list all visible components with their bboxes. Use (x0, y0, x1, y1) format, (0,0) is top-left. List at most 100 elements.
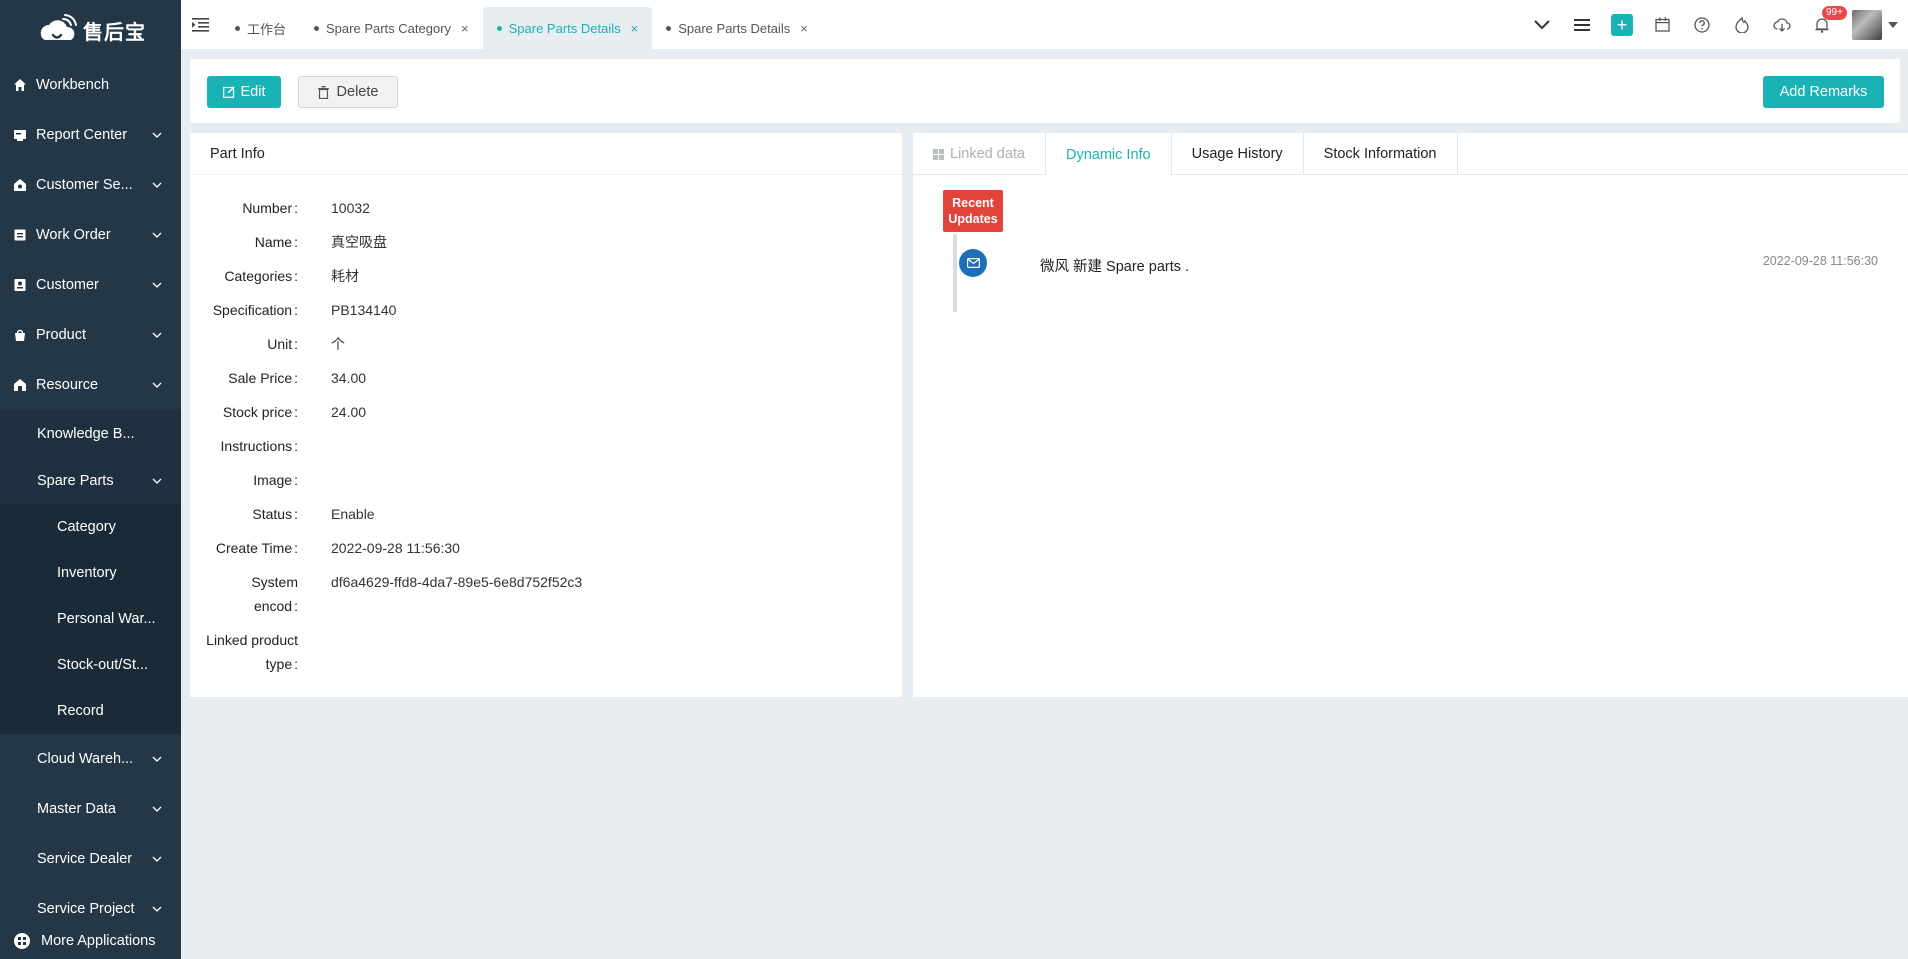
delete-label: Delete (336, 84, 379, 100)
download-button[interactable] (1762, 0, 1802, 49)
timeline-entry-time: 2022-09-28 11:56:30 (1762, 254, 1878, 268)
sidebar-item-report-center[interactable]: Report Center (0, 110, 181, 160)
sidebar: 售后宝 Workbench Report Center Customer Se.… (0, 0, 181, 959)
close-icon[interactable]: × (461, 21, 469, 36)
plus-icon: + (1611, 13, 1633, 36)
customer-service-icon (13, 178, 27, 192)
field-create-time: Create Time: 2022-09-28 11:56:30 (190, 532, 902, 566)
field-colon: : (294, 598, 298, 614)
field-image: Image: (190, 464, 902, 498)
tab-spare-parts-details-active[interactable]: Spare Parts Details × (482, 7, 653, 49)
sidebar-item-spare-parts[interactable]: Spare Parts (0, 457, 181, 504)
field-key: Instructions (220, 438, 293, 454)
tab-spare-parts-category[interactable]: Spare Parts Category × (300, 7, 483, 49)
caret-down-icon[interactable] (1888, 21, 1898, 28)
calendar-button[interactable] (1642, 0, 1682, 49)
sidebar-item-label: Product (36, 327, 86, 343)
product-icon (13, 328, 27, 342)
sidebar-item-product[interactable]: Product (0, 310, 181, 360)
recent-updates-tag: Recent Updates (943, 190, 1003, 232)
quick-create-button[interactable]: + (1602, 0, 1642, 49)
panel-title: Part Info (190, 133, 902, 175)
apps-icon (14, 933, 30, 949)
tab-label: Spare Parts Details (678, 20, 791, 36)
field-value: 10032 (331, 200, 370, 216)
tab-label: Linked data (950, 146, 1025, 162)
tab-dynamic-info[interactable]: Dynamic Info (1045, 133, 1172, 176)
theme-button[interactable] (1722, 0, 1762, 49)
field-key: Create Time (215, 540, 293, 556)
chevron-down-icon (152, 856, 162, 862)
field-label: Unit: (190, 328, 298, 362)
tab-spare-parts-details[interactable]: Spare Parts Details × (652, 7, 822, 49)
tab-label: Spare Parts Details (508, 20, 621, 36)
add-remarks-button[interactable]: Add Remarks (1763, 76, 1884, 108)
notifications-button[interactable]: 99+ (1802, 0, 1847, 49)
tab-linked-data[interactable]: Linked data (913, 133, 1046, 175)
logo-icon (40, 14, 77, 40)
sidebar-item-label: Work Order (36, 227, 111, 243)
field-colon: : (294, 540, 298, 556)
sidebar-item-customer[interactable]: Customer (0, 260, 181, 310)
tab-usage-history[interactable]: Usage History (1172, 133, 1304, 175)
sidebar-item-record[interactable]: Record (0, 688, 181, 734)
field-label: Status: (190, 498, 298, 532)
action-toolbar: Edit Delete Add Remarks (190, 59, 1900, 123)
field-key: System (251, 574, 298, 590)
collapse-menu-button[interactable] (181, 0, 221, 49)
close-icon[interactable]: × (800, 21, 808, 36)
sidebar-item-service-dealer[interactable]: Service Dealer (0, 834, 181, 884)
tabs-dropdown-button[interactable] (1522, 0, 1562, 49)
sidebar-item-resource[interactable]: Resource (0, 360, 181, 410)
field-key: Name (254, 234, 293, 250)
sidebar-item-label: Master Data (37, 801, 116, 817)
field-colon: : (294, 268, 298, 284)
sidebar-item-label: Cloud Wareh... (37, 751, 134, 767)
field-value: 个 (331, 336, 345, 352)
chevron-down-icon (1534, 19, 1550, 29)
mail-icon (959, 249, 987, 277)
sidebar-item-master-data[interactable]: Master Data (0, 784, 181, 834)
chevron-down-icon (152, 906, 162, 912)
help-button[interactable] (1682, 0, 1722, 49)
tab-workbench[interactable]: 工作台 (221, 7, 300, 49)
field-colon: : (294, 336, 298, 352)
field-key: Sale Price (228, 370, 293, 386)
tab-stock-information[interactable]: Stock Information (1304, 133, 1458, 175)
tab-label: Usage History (1191, 146, 1283, 162)
field-colon: : (294, 506, 298, 522)
delete-button[interactable]: Delete (298, 76, 398, 108)
sidebar-item-label: Personal War... (57, 611, 156, 627)
report-icon (13, 128, 27, 142)
sidebar-item-label: Spare Parts (37, 472, 114, 489)
sidebar-item-inventory[interactable]: Inventory (0, 550, 181, 596)
field-label: Linked product type: (190, 624, 298, 682)
tab-label: 工作台 (247, 21, 287, 37)
brand-logo[interactable]: 售后宝 (0, 0, 181, 60)
sidebar-item-category[interactable]: Category (0, 504, 181, 550)
notification-badge: 99+ (1822, 6, 1847, 20)
avatar[interactable] (1852, 9, 1882, 40)
field-value: 34.00 (331, 370, 367, 386)
field-value: 24.00 (331, 404, 367, 420)
tabs-menu-button[interactable] (1562, 0, 1602, 49)
sidebar-item-personal-warehouse[interactable]: Personal War... (0, 596, 181, 642)
sidebar-item-customer-service[interactable]: Customer Se... (0, 160, 181, 210)
sidebar-item-workbench[interactable]: Workbench (0, 60, 181, 110)
tab-dot (314, 25, 320, 31)
close-icon[interactable]: × (631, 21, 639, 36)
chevron-down-icon (152, 232, 162, 238)
more-applications-button[interactable]: More Applications (0, 923, 181, 959)
sidebar-item-cloud-warehouse[interactable]: Cloud Wareh... (0, 734, 181, 784)
sidebar-item-work-order[interactable]: Work Order (0, 210, 181, 260)
sidebar-item-label: Record (57, 703, 104, 719)
field-specification: Specification: PB134140 (190, 294, 902, 328)
edit-label: Edit (240, 84, 266, 100)
field-label: Create Time: (190, 532, 298, 566)
part-info-panel: Part Info Number: 10032 Name: 真空吸盘 Categ… (190, 133, 902, 697)
field-colon: : (294, 200, 298, 216)
sidebar-item-knowledge-base[interactable]: Knowledge B... (0, 410, 181, 457)
resource-icon (13, 378, 27, 392)
edit-button[interactable]: Edit (207, 76, 281, 108)
sidebar-item-stock-out[interactable]: Stock-out/St... (0, 642, 181, 688)
